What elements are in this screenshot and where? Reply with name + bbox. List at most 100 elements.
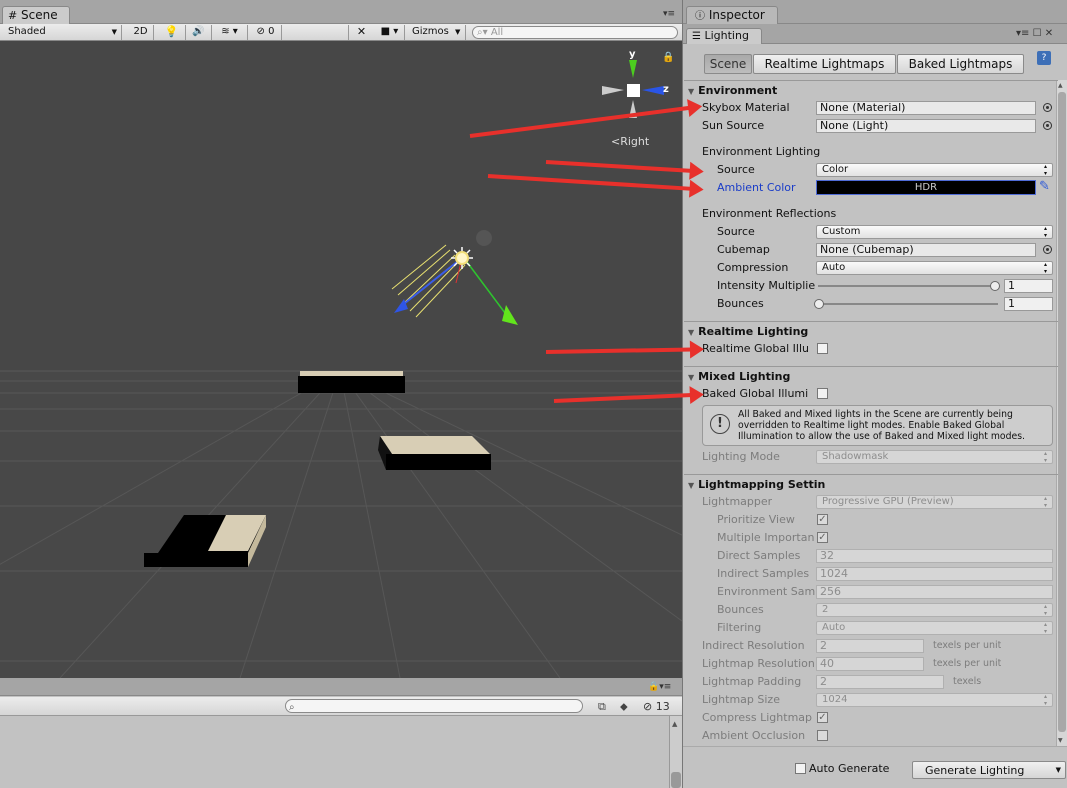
baked-gi-checkbox[interactable] bbox=[817, 388, 828, 399]
separator bbox=[684, 321, 1058, 322]
scene-search-input[interactable]: ⌕▾ All bbox=[472, 26, 678, 39]
prioritize-view-checkbox[interactable]: ✓ bbox=[817, 514, 828, 525]
intensity-slider-track[interactable] bbox=[818, 285, 998, 287]
source-dropdown[interactable]: Color bbox=[816, 163, 1053, 177]
lock-icon[interactable]: 🔒▾≡ bbox=[648, 682, 671, 692]
bottom-scrollbar[interactable]: ▲ bbox=[669, 716, 682, 788]
eye-slash-icon: ⊘ bbox=[256, 26, 265, 37]
multiple-importance-checkbox[interactable]: ✓ bbox=[817, 532, 828, 543]
realtime-gi-checkbox[interactable] bbox=[817, 343, 828, 354]
compress-lightmaps-checkbox[interactable]: ✓ bbox=[817, 712, 828, 723]
lm-bounces-dropdown[interactable]: 2 bbox=[816, 603, 1053, 617]
section-lightmapping-settings[interactable]: Lightmapping Settin bbox=[688, 478, 825, 491]
chevron-left-icon: < bbox=[611, 135, 621, 148]
bounces-slider-track[interactable] bbox=[818, 303, 998, 305]
lightmapper-dropdown[interactable]: Progressive GPU (Preview) bbox=[816, 495, 1053, 509]
viewport[interactable] bbox=[0, 41, 682, 678]
tab-scene[interactable]: # Scene bbox=[2, 6, 70, 24]
indirect-res-unit: texels per unit bbox=[933, 640, 1002, 651]
section-mixed-lighting[interactable]: Mixed Lighting bbox=[688, 370, 790, 383]
info-text-line-1: All Baked and Mixed lights in the Scene … bbox=[738, 409, 1013, 420]
platform-3[interactable] bbox=[144, 513, 268, 568]
shading-mode-dropdown[interactable]: Shaded ▼ bbox=[2, 25, 122, 40]
lightmap-padding-field[interactable]: 2 bbox=[816, 675, 944, 689]
filter-by-label-icon[interactable]: ⬥ bbox=[620, 700, 628, 714]
source-label: Source bbox=[717, 163, 755, 176]
effects-toggle-icon[interactable]: ≋ ▾ bbox=[212, 25, 248, 40]
intensity-slider-knob[interactable] bbox=[990, 281, 1000, 291]
filter-by-type-icon[interactable]: ⧉ bbox=[598, 700, 606, 714]
generate-lighting-button[interactable]: Generate Lighting ▼ bbox=[912, 761, 1066, 779]
bounces-field[interactable]: 1 bbox=[1004, 297, 1053, 311]
view-label[interactable]: <Right bbox=[611, 135, 649, 148]
refl-source-dropdown[interactable]: Custom bbox=[816, 225, 1053, 239]
auto-generate-checkbox[interactable] bbox=[795, 763, 806, 774]
toggle-2d-button[interactable]: 2D bbox=[128, 25, 154, 40]
lighting-mode-dropdown[interactable]: Shadowmask bbox=[816, 450, 1053, 464]
section-environment[interactable]: Environment bbox=[688, 84, 777, 97]
lightmap-resolution-label: Lightmap Resolution bbox=[702, 657, 815, 670]
filtering-dropdown[interactable]: Auto bbox=[816, 621, 1053, 635]
hidden-count-toggle[interactable]: ⊘ 13 bbox=[643, 700, 670, 713]
scene-grid bbox=[0, 370, 682, 678]
lightmapper-label: Lightmapper bbox=[702, 495, 773, 508]
realtime-gi-label: Realtime Global Illu bbox=[702, 342, 809, 355]
axis-y-label: y bbox=[629, 49, 636, 60]
subtab-baked-lightmaps[interactable]: Baked Lightmaps bbox=[897, 54, 1024, 74]
platform-2[interactable] bbox=[378, 436, 492, 472]
dropdown-arrow-icon: ▼ bbox=[1055, 766, 1061, 774]
inspector-scrollbar[interactable]: ▲ ▼ bbox=[1056, 80, 1067, 746]
platform-1[interactable] bbox=[298, 371, 405, 393]
cubemap-field[interactable]: None (Cubemap) bbox=[816, 243, 1036, 257]
lightmap-size-dropdown[interactable]: 1024 bbox=[816, 693, 1053, 707]
skybox-field[interactable]: None (Material) bbox=[816, 101, 1036, 115]
lighting-toggle-icon[interactable]: 💡 bbox=[158, 25, 186, 40]
sun-source-field[interactable]: None (Light) bbox=[816, 119, 1036, 133]
bounces-slider-knob[interactable] bbox=[814, 299, 824, 309]
direct-samples-field[interactable]: 32 bbox=[816, 549, 1053, 563]
eyedropper-icon[interactable]: ✎ bbox=[1039, 179, 1050, 194]
section-realtime-lighting[interactable]: Realtime Lighting bbox=[688, 325, 808, 338]
info-text-line-3: Illumination to allow the use of Baked a… bbox=[738, 431, 1026, 442]
indirect-resolution-label: Indirect Resolution bbox=[702, 639, 805, 652]
dropdown-arrow-icon: ▼ bbox=[111, 28, 117, 36]
project-search-input[interactable]: ⌕ bbox=[285, 699, 583, 713]
audio-toggle-icon[interactable]: 🔊 bbox=[186, 25, 212, 40]
ambient-color-field[interactable]: HDR bbox=[816, 180, 1036, 195]
gizmos-dropdown[interactable]: Gizmos ▼ bbox=[408, 25, 466, 40]
help-book-icon[interactable]: ? bbox=[1037, 51, 1051, 65]
tab-lighting[interactable]: ☰ Lighting bbox=[686, 28, 762, 44]
lightmap-padding-unit: texels bbox=[953, 676, 982, 687]
compression-dropdown[interactable]: Auto bbox=[816, 261, 1053, 275]
indirect-samples-label: Indirect Samples bbox=[717, 567, 810, 580]
hidden-count: 0 bbox=[268, 26, 275, 37]
refl-source-label: Source bbox=[717, 225, 755, 238]
compression-label: Compression bbox=[717, 261, 789, 274]
object-picker-icon[interactable] bbox=[1043, 103, 1052, 112]
panel-menu-icon[interactable]: ▾≡ bbox=[663, 9, 675, 19]
window-controls-icon[interactable]: ▾≡ ☐ ✕ bbox=[1016, 28, 1053, 39]
subtab-realtime-lightmaps[interactable]: Realtime Lightmaps bbox=[753, 54, 896, 74]
tab-inspector[interactable]: ⓘ Inspector bbox=[686, 6, 778, 24]
auto-generate-label: Auto Generate bbox=[809, 762, 890, 775]
cubemap-label: Cubemap bbox=[717, 243, 770, 256]
indirect-samples-field[interactable]: 1024 bbox=[816, 567, 1053, 581]
directional-light-gizmo[interactable] bbox=[380, 225, 530, 335]
environment-samples-field[interactable]: 256 bbox=[816, 585, 1053, 599]
bottom-tab-bar bbox=[0, 678, 682, 696]
tools-icon[interactable]: ✕ bbox=[348, 25, 374, 40]
ambient-occlusion-checkbox[interactable] bbox=[817, 730, 828, 741]
subtab-scene[interactable]: Scene bbox=[704, 54, 752, 74]
info-text-line-2: overridden to Realtime light modes. Enab… bbox=[738, 420, 1005, 431]
intensity-field[interactable]: 1 bbox=[1004, 279, 1053, 293]
eye-slash-icon: ⊘ bbox=[643, 700, 653, 713]
object-picker-icon[interactable] bbox=[1043, 121, 1052, 130]
camera-dropdown-icon[interactable]: ■ ▾ bbox=[375, 25, 405, 40]
object-picker-icon[interactable] bbox=[1043, 245, 1052, 254]
ambient-occlusion-label: Ambient Occlusion bbox=[702, 729, 806, 742]
hidden-objects-toggle[interactable]: ⊘ 0 bbox=[250, 25, 282, 40]
grid-icon: # bbox=[8, 9, 18, 22]
lightmap-resolution-field[interactable]: 40 bbox=[816, 657, 924, 671]
filtering-label: Filtering bbox=[717, 621, 762, 634]
indirect-resolution-field[interactable]: 2 bbox=[816, 639, 924, 653]
